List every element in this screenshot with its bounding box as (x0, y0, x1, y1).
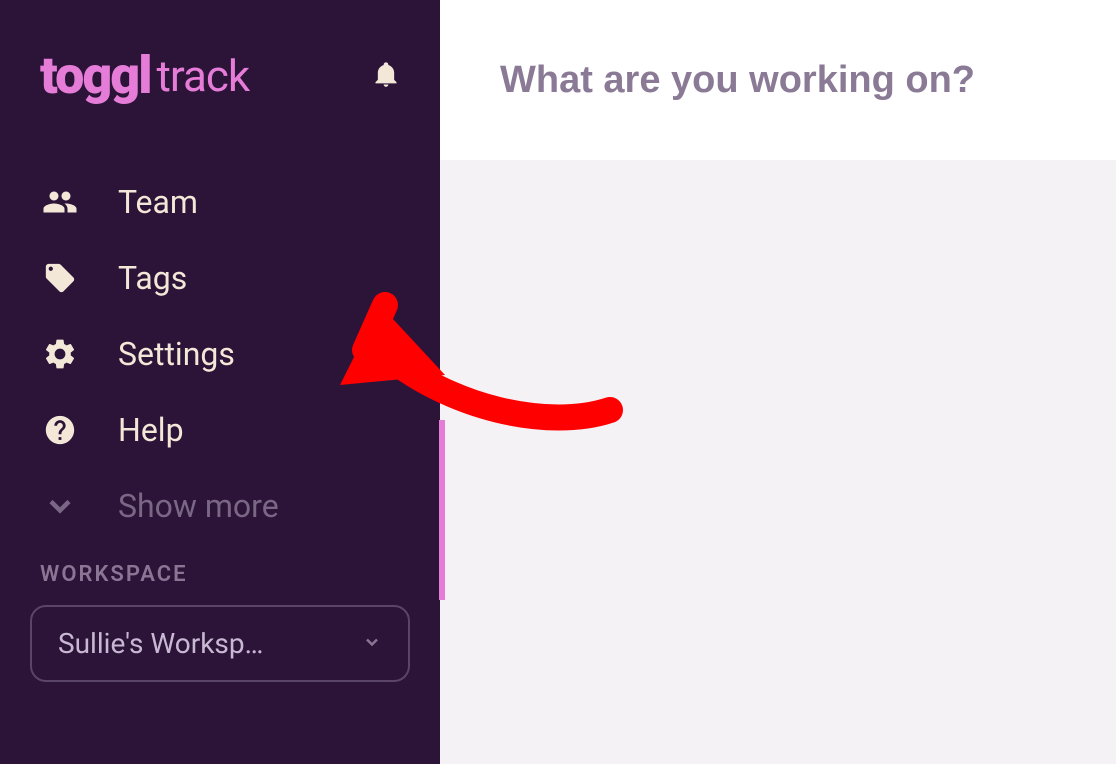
logo-brand: toggl (40, 50, 151, 102)
main (440, 0, 1116, 764)
chevron-down-icon (40, 486, 80, 526)
logo-product: track (157, 54, 250, 98)
logo[interactable]: toggl track (40, 50, 249, 102)
workspace-selector[interactable]: Sullie's Worksp… (30, 605, 410, 682)
workspace-section: WORKSPACE Sullie's Worksp… (0, 562, 440, 682)
accent-line (439, 420, 445, 600)
sidebar-item-label: Team (118, 183, 198, 221)
sidebar-item-label: Help (118, 411, 184, 449)
sidebar-item-settings[interactable]: Settings (40, 334, 400, 374)
sidebar-item-label: Show more (118, 487, 279, 525)
sidebar-header: toggl track (0, 50, 440, 102)
help-icon (40, 410, 80, 450)
tag-icon (40, 258, 80, 298)
gear-icon (40, 334, 80, 374)
topbar (440, 0, 1116, 160)
sidebar-item-label: Tags (118, 259, 187, 297)
time-entry-input[interactable] (500, 59, 1056, 102)
nav-items: Team Tags Settings H (0, 182, 440, 526)
team-icon (40, 182, 80, 222)
bell-icon[interactable] (372, 58, 400, 94)
chevron-down-icon (362, 632, 382, 656)
workspace-header: WORKSPACE (30, 562, 410, 587)
sidebar-item-help[interactable]: Help (40, 410, 400, 450)
sidebar-item-team[interactable]: Team (40, 182, 400, 222)
sidebar-item-tags[interactable]: Tags (40, 258, 400, 298)
sidebar-item-label: Settings (118, 335, 235, 373)
sidebar: toggl track Team Tags (0, 0, 440, 764)
workspace-name: Sullie's Worksp… (58, 627, 263, 660)
sidebar-item-show-more[interactable]: Show more (40, 486, 400, 526)
